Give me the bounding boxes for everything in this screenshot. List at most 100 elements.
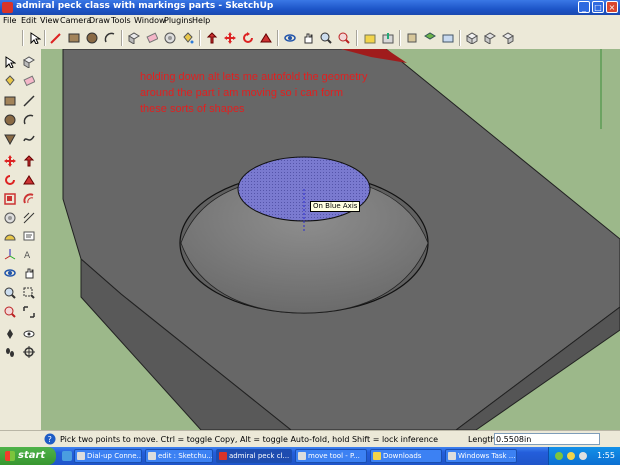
make-component-icon[interactable] bbox=[126, 30, 141, 45]
eraser-icon[interactable] bbox=[21, 73, 37, 89]
previous-icon[interactable] bbox=[2, 304, 18, 320]
axes-icon[interactable] bbox=[2, 246, 18, 262]
protractor-icon[interactable] bbox=[2, 228, 18, 244]
ie-quick-launch-icon[interactable] bbox=[62, 451, 72, 461]
pan-icon[interactable] bbox=[300, 30, 315, 45]
start-label: start bbox=[18, 450, 46, 461]
move-icon[interactable] bbox=[222, 30, 237, 45]
volume-tray-icon[interactable] bbox=[567, 452, 575, 460]
circle-icon[interactable] bbox=[84, 30, 99, 45]
push-pull-icon[interactable] bbox=[21, 153, 37, 169]
network-tray-icon[interactable] bbox=[555, 452, 563, 460]
rotate-icon[interactable] bbox=[2, 172, 18, 188]
clock[interactable]: 1:55 bbox=[597, 450, 615, 462]
zoom-icon[interactable] bbox=[318, 30, 333, 45]
browser-task-icon bbox=[298, 452, 306, 460]
maximize-button[interactable]: □ bbox=[592, 1, 604, 13]
toolbar-separator bbox=[277, 30, 279, 46]
position-camera-icon[interactable] bbox=[2, 326, 18, 342]
get-models-icon[interactable] bbox=[362, 30, 377, 45]
offset-icon[interactable] bbox=[21, 191, 37, 207]
paint-bucket-icon[interactable] bbox=[180, 30, 195, 45]
eraser-icon[interactable] bbox=[144, 30, 159, 45]
zoom-extents-icon[interactable] bbox=[21, 304, 37, 320]
follow-me-icon[interactable] bbox=[21, 172, 37, 188]
menu-file[interactable]: File bbox=[3, 15, 16, 27]
sketchup-app-icon bbox=[2, 2, 13, 13]
length-label: Length bbox=[468, 435, 496, 444]
orbit-icon[interactable] bbox=[2, 265, 18, 281]
task-sketchup-model[interactable]: admiral peck cl... bbox=[216, 449, 292, 463]
menu-edit[interactable]: Edit bbox=[21, 15, 37, 27]
3d-text-icon[interactable]: A bbox=[21, 246, 37, 262]
zoom-extents-icon[interactable] bbox=[336, 30, 351, 45]
place-model-icon[interactable] bbox=[422, 30, 437, 45]
tape-measure-icon[interactable] bbox=[2, 210, 18, 226]
menu-tools[interactable]: Tools bbox=[111, 15, 131, 27]
start-button[interactable]: start bbox=[0, 447, 56, 465]
browser-task-icon bbox=[148, 452, 156, 460]
tape-measure-icon[interactable] bbox=[162, 30, 177, 45]
rectangle-icon[interactable] bbox=[66, 30, 81, 45]
top-view-icon[interactable] bbox=[482, 30, 497, 45]
annotation-line-2: around the part i am moving so i can for… bbox=[140, 87, 343, 99]
help-icon[interactable]: ? bbox=[44, 433, 56, 445]
freehand-icon[interactable] bbox=[21, 131, 37, 147]
pan-icon[interactable] bbox=[21, 265, 37, 281]
menu-help[interactable]: Help bbox=[192, 15, 210, 27]
security-tray-icon[interactable] bbox=[579, 452, 587, 460]
circle-icon[interactable] bbox=[2, 112, 18, 128]
minimize-button[interactable]: _ bbox=[578, 1, 590, 13]
iso-view-icon[interactable] bbox=[464, 30, 479, 45]
rectangle-icon[interactable] bbox=[2, 93, 18, 109]
task-downloads[interactable]: Downloads bbox=[370, 449, 442, 463]
zoom-icon[interactable] bbox=[2, 285, 18, 301]
get-photo-icon[interactable] bbox=[440, 30, 455, 45]
toolbar-separator bbox=[199, 30, 201, 46]
select-icon[interactable] bbox=[27, 30, 42, 45]
share-model-icon[interactable] bbox=[380, 30, 395, 45]
menu-camera[interactable]: Camera bbox=[60, 15, 91, 27]
orbit-icon[interactable] bbox=[282, 30, 297, 45]
polygon-icon[interactable] bbox=[2, 131, 18, 147]
push-pull-icon[interactable] bbox=[204, 30, 219, 45]
length-value-field[interactable]: 0.5508in bbox=[494, 433, 600, 445]
svg-text:?: ? bbox=[48, 435, 52, 444]
front-view-icon[interactable] bbox=[500, 30, 515, 45]
menu-window[interactable]: Window bbox=[134, 15, 166, 27]
select-icon[interactable] bbox=[2, 54, 18, 70]
main-toolbar bbox=[0, 27, 620, 50]
follow-me-icon[interactable] bbox=[258, 30, 273, 45]
menu-plugins[interactable]: Plugins bbox=[164, 15, 193, 27]
window-title: admiral peck class with markings parts -… bbox=[16, 1, 274, 11]
walk-icon[interactable] bbox=[2, 344, 18, 360]
look-around-icon[interactable] bbox=[21, 326, 37, 342]
zoom-window-icon[interactable] bbox=[21, 285, 37, 301]
status-bar: ? Pick two points to move. Ctrl = toggle… bbox=[0, 430, 620, 448]
pencil-icon[interactable] bbox=[48, 30, 63, 45]
menu-view[interactable]: View bbox=[40, 15, 59, 27]
dimension-icon[interactable] bbox=[21, 210, 37, 226]
3d-viewport[interactable]: holding down alt lets me autofold the ge… bbox=[41, 49, 620, 430]
section-plane-icon[interactable] bbox=[21, 344, 37, 360]
toolbar-separator bbox=[121, 30, 123, 46]
line-icon[interactable] bbox=[21, 93, 37, 109]
move-icon[interactable] bbox=[2, 153, 18, 169]
arc-icon[interactable] bbox=[21, 112, 37, 128]
task-edit-sketchup[interactable]: edit : Sketchu... bbox=[145, 449, 213, 463]
close-button[interactable]: × bbox=[606, 1, 618, 13]
task-manager-icon bbox=[448, 452, 456, 460]
task-windows-task-manager[interactable]: Windows Task ... bbox=[445, 449, 517, 463]
rotate-icon[interactable] bbox=[240, 30, 255, 45]
task-move-tool[interactable]: move tool - P... bbox=[295, 449, 367, 463]
system-tray: 1:55 bbox=[548, 447, 620, 465]
scale-icon[interactable] bbox=[2, 191, 18, 207]
component-icon[interactable] bbox=[404, 30, 419, 45]
text-icon[interactable] bbox=[21, 228, 37, 244]
arc-icon[interactable] bbox=[102, 30, 117, 45]
menu-draw[interactable]: Draw bbox=[89, 15, 110, 27]
svg-text:A: A bbox=[24, 251, 31, 260]
make-component-icon[interactable] bbox=[21, 54, 37, 70]
paint-bucket-icon[interactable] bbox=[2, 73, 18, 89]
task-dialup[interactable]: Dial-up Conne... bbox=[74, 449, 142, 463]
